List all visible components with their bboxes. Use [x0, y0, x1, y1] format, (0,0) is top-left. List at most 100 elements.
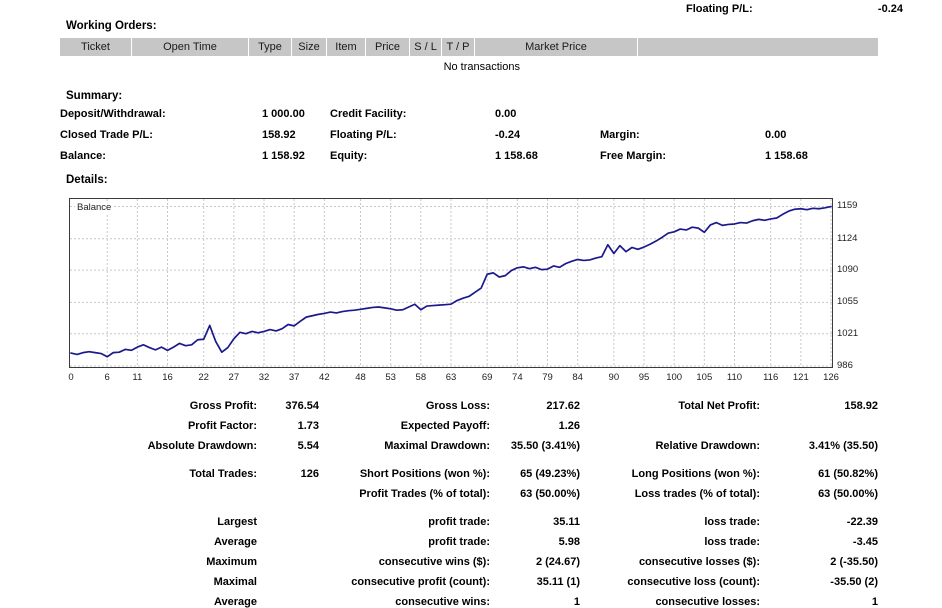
orders-column-header[interactable] — [638, 38, 878, 56]
summary-label: Free Margin: — [600, 150, 667, 162]
statistic-label: consecutive loss (count): — [627, 576, 760, 588]
chart-x-tick-label: 126 — [823, 372, 839, 383]
statistic-label: consecutive wins: — [395, 596, 490, 608]
orders-column-header[interactable]: Type — [249, 38, 292, 56]
summary-label: Floating P/L: — [330, 129, 397, 141]
floating-pl-label: Floating P/L: — [686, 3, 753, 15]
statistic-value: 2 (-35.50) — [830, 556, 878, 568]
statistic-value: 1 — [573, 596, 580, 608]
statistic-value: 1 — [871, 596, 878, 608]
statistic-value: -22.39 — [846, 516, 878, 528]
statistic-label: Largest — [217, 516, 257, 528]
chart-x-tick-label: 84 — [572, 372, 583, 383]
chart-x-tick-label: 105 — [696, 372, 713, 383]
chart-y-tick-label: 986 — [837, 360, 853, 371]
summary-label: Balance: — [60, 150, 106, 162]
chart-y-tick-label: 1021 — [837, 327, 859, 339]
no-transactions-message: No transactions — [443, 61, 520, 73]
orders-column-header[interactable]: Market Price — [475, 38, 638, 56]
chart-y-tick-label: 1055 — [837, 296, 859, 308]
statistic-label: consecutive wins ($): — [378, 556, 490, 568]
chart-x-tick-label: 116 — [763, 372, 779, 383]
chart-x-tick-label: 100 — [666, 372, 683, 383]
chart-x-tick-label: 27 — [228, 372, 240, 383]
chart-x-tick-label: 11 — [132, 372, 143, 383]
statistic-label: profit trade: — [428, 516, 490, 528]
statistic-value: 35.11 — [553, 516, 580, 528]
chart-x-tick-label: 110 — [726, 372, 743, 383]
chart-x-tick-label: 32 — [258, 372, 270, 383]
statistic-label: Absolute Drawdown: — [147, 440, 257, 452]
summary-value: 1 158.68 — [495, 150, 538, 162]
statistic-label: Relative Drawdown: — [655, 440, 760, 452]
chart-x-tick-label: 6 — [104, 372, 110, 383]
summary-value: 1 000.00 — [262, 108, 305, 120]
summary-value: 158.92 — [262, 129, 296, 141]
chart-x-tick-label: 69 — [481, 372, 493, 383]
statistic-label: loss trade: — [704, 536, 760, 548]
chart-x-tick-label: 95 — [638, 372, 650, 383]
chart-x-tick-label: 90 — [608, 372, 620, 383]
summary-title: Summary: — [66, 90, 123, 102]
working-orders-title: Working Orders: — [66, 20, 157, 32]
statistic-label: Maximal Drawdown: — [384, 440, 490, 452]
statistic-label: Gross Loss: — [425, 400, 490, 412]
summary-value: 1 158.68 — [765, 150, 808, 162]
chart-x-tick-label: 16 — [162, 372, 173, 383]
balance-chart-svg — [70, 199, 832, 367]
chart-x-tick-label: 53 — [385, 372, 396, 383]
chart-x-tick-label: 121 — [792, 372, 809, 383]
orders-column-header[interactable]: Price — [366, 38, 410, 56]
summary-value: 0.00 — [495, 108, 517, 120]
statistic-value: -3.45 — [852, 536, 878, 548]
statistic-value: 35.50 (3.41%) — [510, 440, 580, 452]
statistic-label: Maximal — [213, 576, 257, 588]
balance-line — [70, 205, 832, 358]
statistic-value: 35.11 (1) — [536, 576, 580, 588]
statistic-label: consecutive profit (count): — [351, 576, 490, 588]
chart-x-tick-label: 74 — [512, 372, 523, 383]
orders-column-header[interactable]: Size — [292, 38, 327, 56]
chart-x-tick-label: 37 — [288, 372, 300, 383]
summary-label: Closed Trade P/L: — [60, 129, 153, 141]
statistic-label: Average — [213, 596, 257, 608]
statistic-label: consecutive losses ($): — [638, 556, 760, 568]
orders-column-header[interactable]: Ticket — [60, 38, 132, 56]
statistic-label: Total Trades: — [189, 468, 257, 480]
orders-column-header[interactable]: T / P — [442, 38, 475, 56]
statistic-label: consecutive losses: — [655, 596, 760, 608]
statistic-value: 217.62 — [546, 400, 580, 412]
summary-label: Equity: — [330, 150, 368, 162]
chart-x-tick-label: 42 — [319, 372, 330, 383]
summary-value: 0.00 — [765, 129, 787, 141]
orders-column-header[interactable]: Open Time — [132, 38, 249, 56]
statistic-label: Profit Factor: — [187, 420, 257, 432]
summary-label: Deposit/Withdrawal: — [60, 108, 166, 120]
statistic-label: loss trade: — [704, 516, 760, 528]
floating-pl-header-row: Floating P/L: -0.24 — [0, 3, 942, 17]
statistic-label: Maximum — [206, 556, 257, 568]
statistic-value: 1.26 — [558, 420, 580, 432]
statistic-value: 63 (50.00%) — [818, 488, 878, 500]
orders-column-header[interactable]: S / L — [410, 38, 442, 56]
statistic-label: Average — [213, 536, 257, 548]
chart-x-tick-label: 0 — [68, 372, 74, 383]
summary-value: 1 158.92 — [262, 150, 305, 162]
statistic-value: 63 (50.00%) — [520, 488, 580, 500]
balance-chart-legend: Balance — [75, 202, 114, 213]
statistic-label: Gross Profit: — [189, 400, 257, 412]
chart-x-tick-label: 63 — [445, 372, 457, 383]
chart-x-tick-label: 79 — [542, 372, 553, 383]
statistic-value: 65 (49.23%) — [520, 468, 580, 480]
statistic-value: 3.41% (35.50) — [808, 440, 878, 452]
chart-x-tick-label: 58 — [415, 372, 427, 383]
chart-x-tick-label: 48 — [355, 372, 366, 383]
statistic-label: Short Positions (won %): — [359, 468, 490, 480]
statistic-label: Long Positions (won %): — [631, 468, 760, 480]
statistic-value: 158.92 — [844, 400, 878, 412]
balance-chart: Balance 0 6 11 16 22 27 32 37 42 48 53 58 63 69 74 79 84… — [60, 194, 878, 386]
orders-column-header[interactable]: Item — [327, 38, 366, 56]
statistic-label: profit trade: — [428, 536, 490, 548]
summary-value: -0.24 — [495, 129, 521, 141]
working-orders-table-header: Ticket Open Time Type Size Item Price S / LT /… — [60, 38, 878, 56]
